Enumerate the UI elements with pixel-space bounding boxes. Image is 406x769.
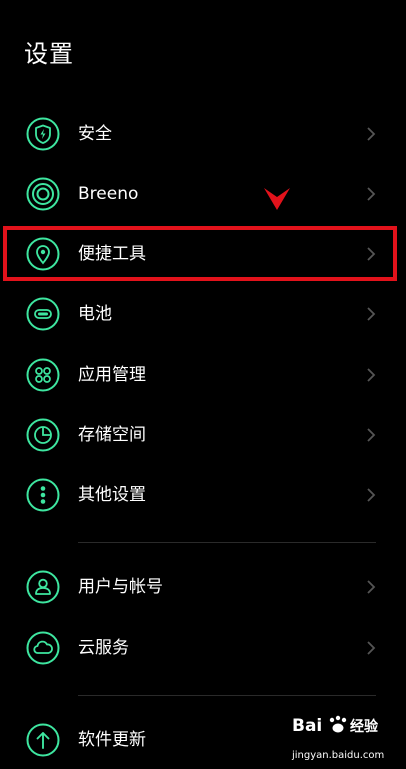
chevron-right-icon bbox=[367, 428, 376, 442]
update-arrow-icon bbox=[26, 723, 60, 757]
chevron-right-icon bbox=[367, 187, 376, 201]
pie-chart-icon bbox=[26, 418, 60, 452]
settings-item-battery[interactable]: 电池 bbox=[0, 286, 406, 342]
battery-icon bbox=[26, 297, 60, 331]
baidu-paw-logo: Bai 经验 bbox=[292, 715, 379, 736]
settings-item-label: 云服务 bbox=[78, 638, 129, 658]
chevron-right-icon bbox=[367, 368, 376, 382]
annotation-pointer-icon bbox=[264, 188, 290, 210]
settings-item-label: 存储空间 bbox=[78, 425, 146, 445]
apps-grid-icon bbox=[26, 358, 60, 392]
settings-item-label: 软件更新 bbox=[78, 730, 146, 750]
watermark-url: jingyan.baidu.com bbox=[292, 750, 385, 761]
chevron-right-icon bbox=[367, 127, 376, 141]
settings-item-label: 安全 bbox=[78, 124, 112, 144]
settings-item-other-settings[interactable]: 其他设置 bbox=[0, 467, 406, 523]
settings-item-storage[interactable]: 存储空间 bbox=[0, 407, 406, 463]
page-title: 设置 bbox=[24, 40, 74, 68]
more-dots-icon bbox=[26, 478, 60, 512]
settings-item-label: 其他设置 bbox=[78, 485, 146, 505]
annotation-highlight-box bbox=[3, 226, 397, 281]
section-divider bbox=[78, 695, 376, 696]
settings-item-label: 应用管理 bbox=[78, 365, 146, 385]
chevron-right-icon bbox=[367, 641, 376, 655]
chevron-right-icon bbox=[367, 488, 376, 502]
settings-item-app-management[interactable]: 应用管理 bbox=[0, 347, 406, 403]
cloud-icon bbox=[26, 631, 60, 665]
settings-item-label: Breeno bbox=[78, 184, 139, 204]
svg-text:Bai: Bai bbox=[292, 716, 322, 736]
user-icon bbox=[26, 570, 60, 604]
settings-item-label: 电池 bbox=[78, 304, 112, 324]
settings-item-breeno[interactable]: Breeno bbox=[0, 166, 406, 222]
settings-item-users-accounts[interactable]: 用户与帐号 bbox=[0, 559, 406, 615]
section-divider bbox=[78, 542, 376, 543]
breeno-rings-icon bbox=[26, 177, 60, 211]
settings-item-cloud-service[interactable]: 云服务 bbox=[0, 620, 406, 676]
chevron-right-icon bbox=[367, 580, 376, 594]
shield-lightning-icon bbox=[26, 117, 60, 151]
chevron-right-icon bbox=[367, 307, 376, 321]
baidu-jingyan-watermark: Bai 经验 jingyan.baidu.com bbox=[292, 709, 385, 761]
settings-item-label: 用户与帐号 bbox=[78, 577, 163, 597]
svg-text:经验: 经验 bbox=[350, 718, 379, 735]
settings-item-security[interactable]: 安全 bbox=[0, 106, 406, 162]
